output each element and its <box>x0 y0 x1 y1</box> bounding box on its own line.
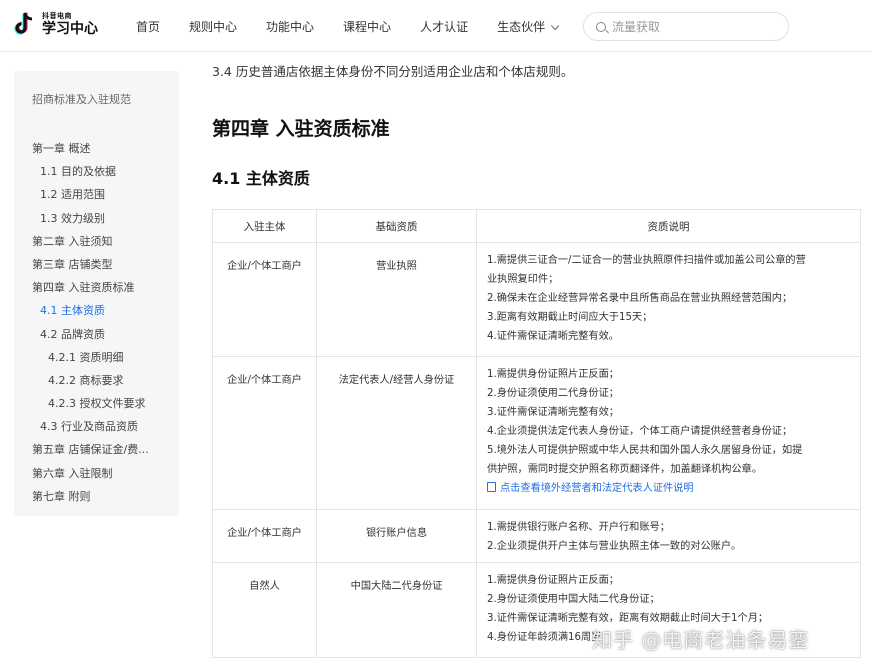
search-box[interactable] <box>583 12 789 41</box>
site-logo[interactable]: 抖音电商 学习中心 <box>14 11 98 37</box>
table-row: 企业/个体工商户 法定代表人/经营人身份证 1.需提供身份证照片正反面； 2.身… <box>212 356 861 510</box>
table-row: 企业/个体工商户 银行账户信息 1.需提供银行账户名称、开户行和账号； 2.企业… <box>212 509 861 563</box>
nav-home[interactable]: 首页 <box>136 18 160 35</box>
toc-item-ch6[interactable]: 第六章 入驻限制 <box>14 462 179 485</box>
nav-rules[interactable]: 规则中心 <box>189 18 237 35</box>
toc-item-ch5[interactable]: 第五章 店铺保证金/费... <box>14 438 179 461</box>
cell-subject: 企业/个体工商户 <box>212 242 317 357</box>
cell-subject: 自然人 <box>212 562 317 658</box>
qualification-table: 入驻主体 基础资质 资质说明 企业/个体工商户 营业执照 1.需提供三证合一/二… <box>212 209 861 658</box>
desc-line: 业执照复印件； <box>487 274 559 285</box>
cell-basic: 法定代表人/经营人身份证 <box>316 356 477 510</box>
desc-line: 3.证件需保证清晰完整有效； <box>487 407 619 418</box>
column-header-subject: 入驻主体 <box>212 209 317 243</box>
toc-list: 第一章 概述 1.1 目的及依据 1.2 适用范围 1.3 效力级别 第二章 入… <box>14 137 179 508</box>
cell-description: 1.需提供银行账户名称、开户行和账号； 2.企业须提供开户主体与营业执照主体一致… <box>476 509 861 563</box>
toc-item-4-2-3[interactable]: 4.2.3 授权文件要求 <box>14 392 179 415</box>
nav-partners[interactable]: 生态伙伴 <box>497 18 560 35</box>
toc-item-ch2[interactable]: 第二章 入驻须知 <box>14 230 179 253</box>
main-content: 3.4 历史普通店依据主体身份不同分别适用企业店和个体店规则。 第四章 入驻资质… <box>212 60 862 658</box>
toc-item-1-2[interactable]: 1.2 适用范围 <box>14 183 179 206</box>
desc-line: 供护照，需同时提交护照名称页翻译件，加盖翻译机构公章。 <box>487 464 763 475</box>
toc-item-4-2-2[interactable]: 4.2.2 商标要求 <box>14 369 179 392</box>
desc-line: 2.确保未在企业经营异常名录中且所售商品在营业执照经营范围内； <box>487 293 793 304</box>
cell-basic: 中国大陆二代身份证 <box>316 562 477 658</box>
logo-subtitle: 抖音电商 <box>42 11 72 20</box>
cell-description: 1.需提供身份证照片正反面； 2.身份证须使用二代身份证； 3.证件需保证清晰完… <box>476 356 861 510</box>
logo-title: 学习中心 <box>42 20 98 37</box>
overseas-id-doc-link-text: 点击查看境外经营者和法定代表人证件说明 <box>500 483 694 494</box>
search-input[interactable] <box>612 19 772 34</box>
toc-item-ch1[interactable]: 第一章 概述 <box>14 137 179 160</box>
column-header-basic: 基础资质 <box>316 209 477 243</box>
desc-line: 1.需提供三证合一/二证合一的营业执照原件扫描件或加盖公司公章的营 <box>487 255 806 266</box>
table-header-row: 入驻主体 基础资质 资质说明 <box>212 209 861 243</box>
cell-subject: 企业/个体工商户 <box>212 356 317 510</box>
search-icon <box>596 21 606 32</box>
chapter-title: 第四章 入驻资质标准 <box>212 118 390 140</box>
toc-item-ch4[interactable]: 第四章 入驻资质标准 <box>14 276 179 299</box>
toc-item-1-1[interactable]: 1.1 目的及依据 <box>14 160 179 183</box>
desc-line: 3.距离有效期截止时间应大于15天； <box>487 312 653 323</box>
toc-item-ch7[interactable]: 第七章 附则 <box>14 485 179 508</box>
toc-sidebar: 招商标准及入驻规范 第一章 概述 1.1 目的及依据 1.2 适用范围 1.3 … <box>14 71 179 516</box>
nav-features[interactable]: 功能中心 <box>266 18 314 35</box>
toc-item-1-3[interactable]: 1.3 效力级别 <box>14 207 179 230</box>
desc-line: 2.企业须提供开户主体与营业执照主体一致的对公账户。 <box>487 541 742 552</box>
toc-item-ch3[interactable]: 第三章 店铺类型 <box>14 253 179 276</box>
cell-description: 1.需提供三证合一/二证合一的营业执照原件扫描件或加盖公司公章的营 业执照复印件… <box>476 242 861 357</box>
nav-partners-label: 生态伙伴 <box>497 20 546 34</box>
intro-paragraph: 3.4 历史普通店依据主体身份不同分别适用企业店和个体店规则。 <box>212 64 574 79</box>
toc-item-4-2[interactable]: 4.2 品牌资质 <box>14 323 179 346</box>
desc-line: 1.需提供身份证照片正反面； <box>487 575 619 586</box>
main-nav: 首页 规则中心 功能中心 课程中心 人才认证 生态伙伴 <box>136 18 585 35</box>
toc-title[interactable]: 招商标准及入驻规范 <box>14 91 179 113</box>
top-header: 抖音电商 学习中心 首页 规则中心 功能中心 课程中心 人才认证 生态伙伴 <box>0 0 872 52</box>
toc-item-4-1-active[interactable]: 4.1 主体资质 <box>14 299 179 322</box>
zhihu-watermark: 知乎 @电商老油条易銮 <box>592 628 810 652</box>
nav-courses[interactable]: 课程中心 <box>343 18 391 35</box>
section-title: 4.1 主体资质 <box>212 169 310 188</box>
cell-basic: 营业执照 <box>316 242 477 357</box>
desc-line: 1.需提供身份证照片正反面； <box>487 369 619 380</box>
overseas-id-doc-link[interactable]: 点击查看境外经营者和法定代表人证件说明 <box>487 479 850 498</box>
douyin-logo-icon <box>14 11 36 37</box>
desc-line: 1.需提供银行账户名称、开户行和账号； <box>487 522 670 533</box>
toc-item-4-3[interactable]: 4.3 行业及商品资质 <box>14 415 179 438</box>
cell-basic: 银行账户信息 <box>316 509 477 563</box>
desc-line: 5.境外法人可提供护照或中华人民共和国外国人永久居留身份证，如提 <box>487 445 803 456</box>
desc-line: 2.身份证须使用二代身份证； <box>487 388 619 399</box>
document-icon <box>487 482 496 492</box>
cell-subject: 企业/个体工商户 <box>212 509 317 563</box>
desc-line: 2.身份证须使用中国大陆二代身份证； <box>487 594 660 605</box>
column-header-description: 资质说明 <box>476 209 861 243</box>
table-row: 企业/个体工商户 营业执照 1.需提供三证合一/二证合一的营业执照原件扫描件或加… <box>212 242 861 357</box>
nav-certification[interactable]: 人才认证 <box>420 18 468 35</box>
toc-item-4-2-1[interactable]: 4.2.1 资质明细 <box>14 346 179 369</box>
desc-line: 4.证件需保证清晰完整有效。 <box>487 331 619 342</box>
desc-line: 4.企业须提供法定代表人身份证，个体工商户请提供经营者身份证； <box>487 426 793 437</box>
chevron-down-icon <box>550 21 560 31</box>
